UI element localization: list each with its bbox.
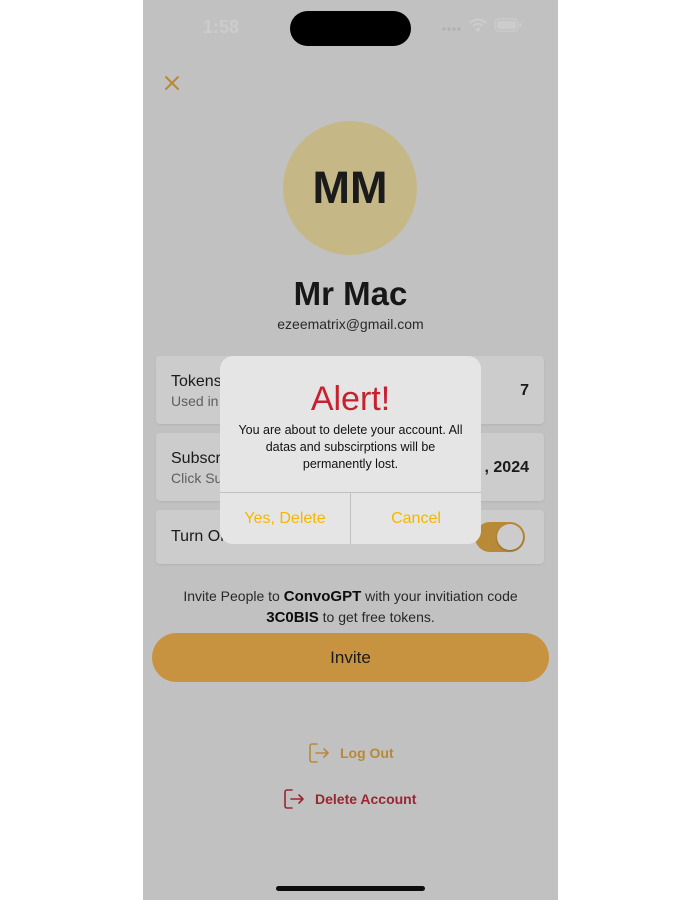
confirm-delete-button[interactable]: Yes, Delete	[220, 493, 350, 544]
cancel-button[interactable]: Cancel	[351, 493, 481, 544]
alert-title: Alert!	[310, 380, 391, 418]
delete-alert-dialog: Alert! You are about to delete your acco…	[220, 356, 481, 544]
profile-screen: 1:58 MM Mr Mac ezeematrix@gmail.com Toke…	[143, 0, 558, 900]
alert-message: You are about to delete your account. Al…	[238, 423, 463, 471]
